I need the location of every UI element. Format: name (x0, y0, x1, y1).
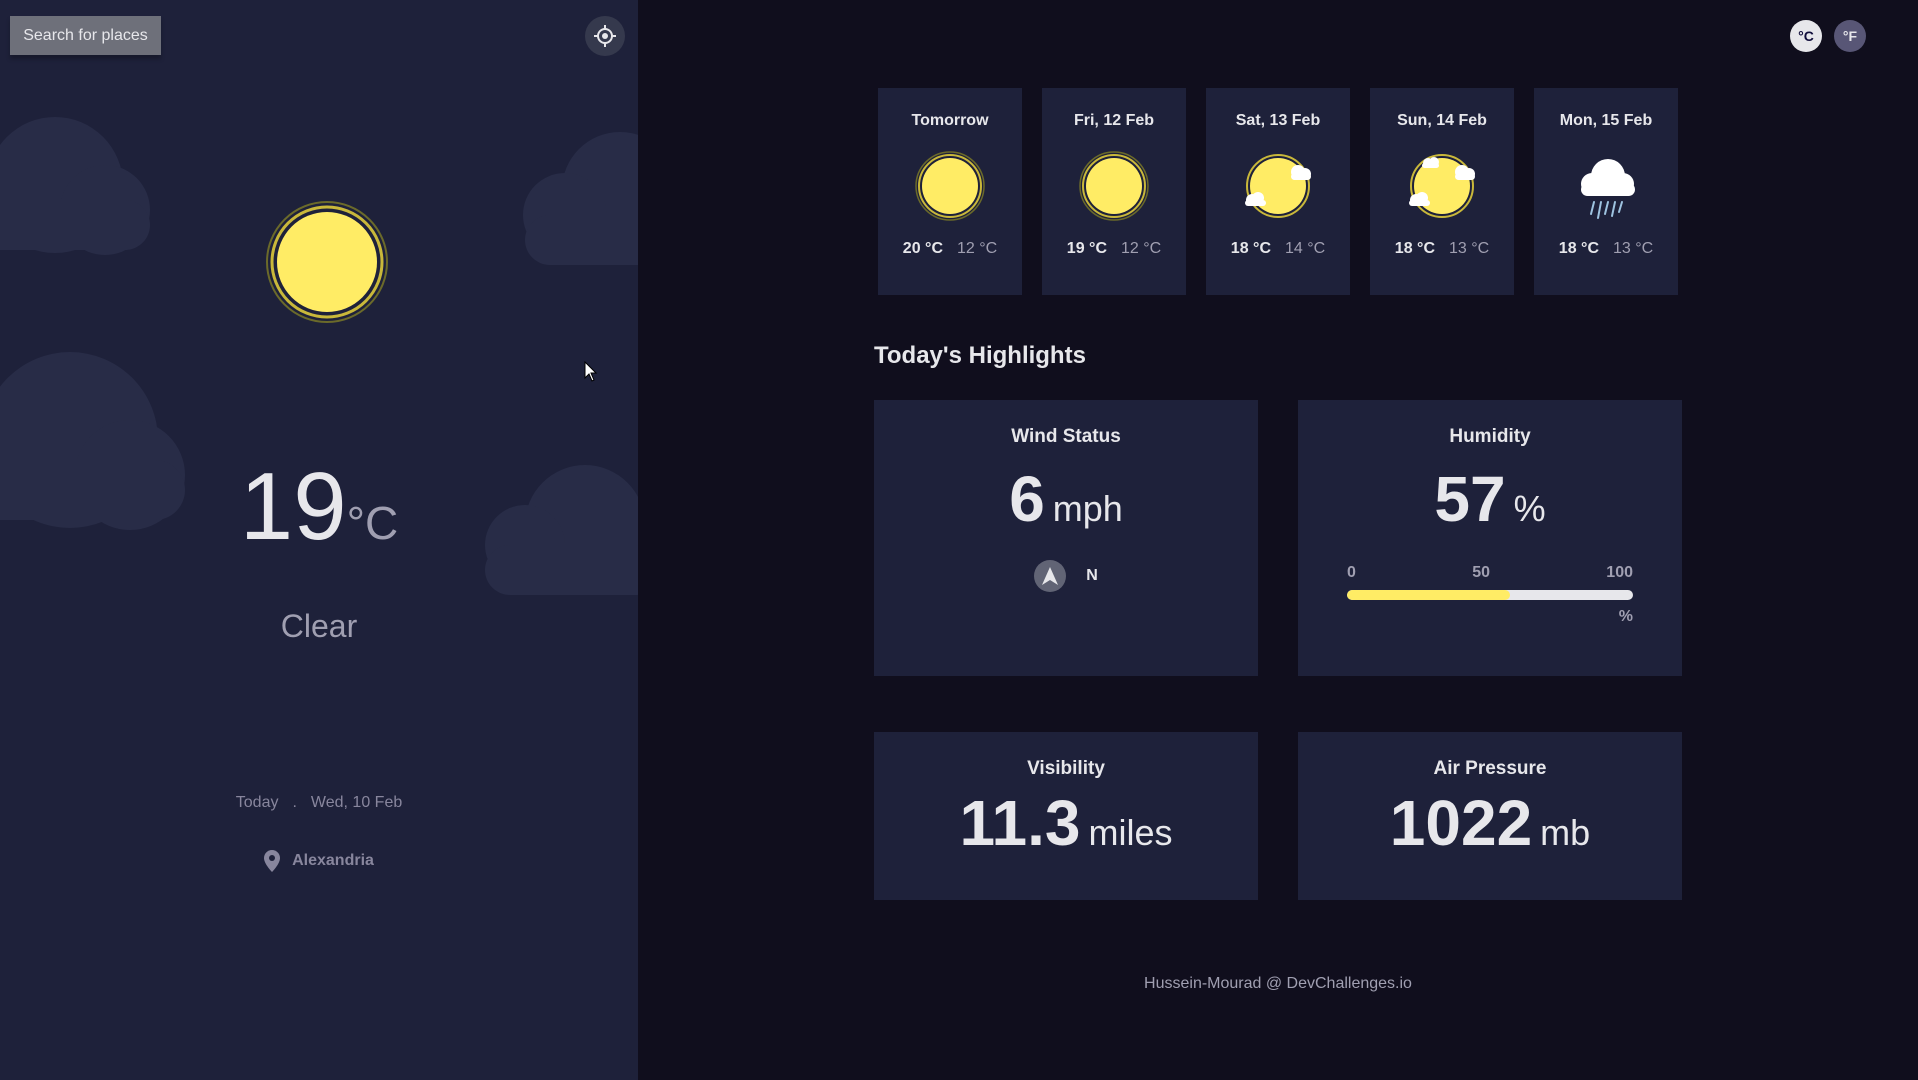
forecast-card: Mon, 15 Feb 18 °C 13 °C (1534, 88, 1678, 295)
forecast-day: Mon, 15 Feb (1559, 112, 1653, 129)
background-cloud-icon (523, 132, 638, 265)
forecast-max: 20 °C (902, 240, 943, 257)
background-cloud-icon (0, 117, 150, 255)
sun-clouds-icon (1409, 154, 1475, 218)
current-temperature: 19°C (0, 452, 638, 562)
temperature-value: 19 (239, 453, 347, 560)
location-pin-icon (264, 850, 281, 872)
sun-icon (1079, 151, 1149, 221)
forecast-max: 18 °C (1394, 240, 1435, 257)
wind-direction-icon (1034, 560, 1067, 592)
weather-condition: Clear (280, 608, 358, 644)
humidity-title: Humidity (1449, 426, 1531, 447)
wind-status-card: Wind Status 6 mph N (874, 400, 1258, 676)
wind-direction: N (1086, 567, 1098, 584)
mouse-cursor-icon (584, 361, 598, 382)
sun-clouds-icon (1245, 154, 1311, 218)
forecast-day: Tomorrow (911, 112, 989, 129)
forecast-max: 19 °C (1066, 240, 1107, 257)
forecast-card: Fri, 12 Feb 19 °C 12 °C (1042, 88, 1186, 295)
crosshair-icon (594, 25, 616, 47)
forecast-day: Fri, 12 Feb (1073, 112, 1155, 129)
rain-cloud-icon (1581, 159, 1635, 219)
forecast-min: 13 °C (1449, 240, 1490, 257)
pressure-title: Air Pressure (1433, 758, 1547, 779)
visibility-value: 11.3 (959, 787, 1081, 859)
today-label: Today (235, 794, 279, 811)
date-line: Today. Wed, 10 Feb (0, 794, 638, 812)
forecast-max: 18 °C (1558, 240, 1599, 257)
visibility-card: Visibility 11.3 miles (874, 732, 1258, 900)
sun-icon (266, 201, 388, 323)
sidebar: Search for places 19°C Clear Today. Wed, … (0, 0, 638, 1080)
forecast-card: Sun, 14 Feb 18 °C 13 °C (1370, 88, 1514, 295)
highlights-title: Today's Highlights (874, 342, 1086, 369)
humidity-scale-max: 100 (1606, 564, 1633, 581)
forecast-list: Tomorrow 20 °C 12 °C Fri, 12 Feb 19 °C 1… (878, 88, 1678, 295)
forecast-min: 14 °C (1285, 240, 1326, 257)
forecast-min: 12 °C (957, 240, 998, 257)
wind-value: 6 (1009, 463, 1045, 535)
humidity-value: 57 (1434, 463, 1506, 535)
footer-credit: Hussein-Mourad @ DevChallenges.io (1144, 975, 1412, 992)
wind-unit: mph (1052, 488, 1123, 529)
locate-button[interactable] (585, 16, 625, 56)
air-pressure-card: Air Pressure 1022 mb (1298, 732, 1682, 900)
sun-icon (915, 151, 985, 221)
temperature-unit: °C (346, 497, 399, 549)
wind-title: Wind Status (1011, 426, 1121, 447)
forecast-card: Tomorrow 20 °C 12 °C (878, 88, 1022, 295)
search-places-button[interactable]: Search for places (10, 16, 161, 55)
forecast-max: 18 °C (1230, 240, 1271, 257)
forecast-day: Sun, 14 Feb (1397, 112, 1487, 129)
pressure-value: 1022 (1389, 787, 1533, 859)
humidity-bar (1347, 590, 1633, 600)
humidity-card: Humidity 57 % 0 50 100 % (1298, 400, 1682, 676)
visibility-title: Visibility (1027, 758, 1105, 779)
fahrenheit-toggle[interactable]: °F (1834, 20, 1866, 52)
date-separator: . (292, 794, 297, 811)
humidity-scale-min: 0 (1347, 564, 1356, 581)
forecast-day: Sat, 13 Feb (1235, 112, 1321, 129)
forecast-card: Sat, 13 Feb 18 °C 14 °C (1206, 88, 1350, 295)
visibility-unit: miles (1088, 812, 1173, 853)
current-date: Wed, 10 Feb (310, 794, 403, 811)
humidity-scale-mid: 50 (1472, 564, 1490, 581)
humidity-bar-fill (1347, 590, 1511, 600)
forecast-min: 12 °C (1121, 240, 1162, 257)
location-name: Alexandria (292, 852, 374, 869)
forecast-min: 13 °C (1613, 240, 1654, 257)
humidity-scale-unit: % (1618, 608, 1633, 625)
location: Alexandria (0, 850, 638, 872)
pressure-unit: mb (1540, 812, 1591, 853)
humidity-scale: 0 50 100 (1347, 564, 1633, 582)
celsius-toggle[interactable]: °C (1790, 20, 1822, 52)
humidity-unit: % (1513, 488, 1546, 529)
